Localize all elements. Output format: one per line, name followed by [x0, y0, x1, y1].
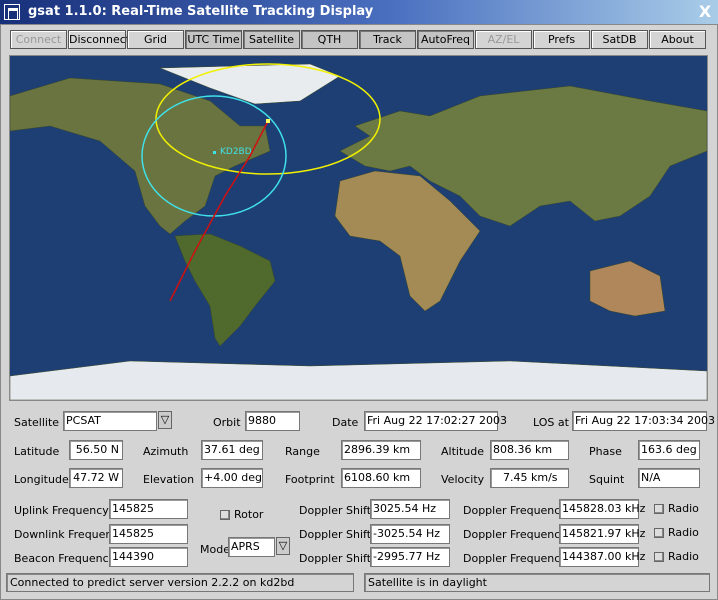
doppler-frequency-label: Doppler Frequency [463, 528, 567, 541]
altitude-label: Altitude [441, 445, 484, 458]
uplink-radio-checkbox[interactable] [654, 504, 664, 514]
date-label: Date [332, 416, 359, 429]
footprint-field: 6108.60 km [341, 468, 421, 488]
range-label: Range [285, 445, 320, 458]
mode-select[interactable]: APRS [228, 537, 275, 557]
beacon-field[interactable]: 144390 [109, 547, 188, 567]
squint-field: N/A [638, 468, 700, 488]
velocity-label: Velocity [441, 473, 485, 486]
autofreq-button[interactable]: AutoFreq [417, 30, 474, 49]
grid-button[interactable]: Grid [127, 30, 184, 49]
close-icon[interactable]: X [695, 2, 715, 22]
date-field: Fri Aug 22 17:02:27 2003 [364, 411, 507, 431]
qth-button[interactable]: QTH [301, 30, 358, 49]
radio-label: Radio [668, 502, 699, 515]
downlink-radio-checkbox[interactable] [654, 528, 664, 538]
azimuth-field: 37.61 deg [201, 440, 263, 460]
velocity-field: 7.45 km/s [490, 468, 569, 488]
beacon-label: Beacon Frequency [14, 552, 116, 565]
connection-status: Connected to predict server version 2.2.… [6, 573, 354, 592]
doppler-frequency-label: Doppler Frequency [463, 552, 567, 565]
satellite-select[interactable]: PCSAT [63, 411, 157, 431]
satellite-status: Satellite is in daylight [364, 573, 710, 592]
rotor-checkbox[interactable] [220, 510, 230, 520]
disconnect-button[interactable]: Disconnect [68, 30, 130, 49]
longitude-label: Longitude [14, 473, 69, 486]
latitude-field: 56.50 N [69, 440, 123, 460]
satellite-label: Satellite [14, 416, 60, 429]
azel-button[interactable]: AZ/EL [475, 30, 532, 49]
orbit-label: Orbit [213, 416, 241, 429]
footprint-label: Footprint [285, 473, 335, 486]
mode-label: Mode [200, 543, 230, 556]
doppler-shift-label: Doppler Shift [299, 552, 372, 565]
elevation-label: Elevation [143, 473, 195, 486]
satellite-dropdown-icon[interactable]: ▽ [158, 411, 172, 429]
world-map[interactable]: KD2BD [9, 55, 708, 401]
connect-button[interactable]: Connect [10, 30, 67, 49]
downlink-doppler-shift: -3025.54 Hz [370, 524, 450, 544]
beacon-doppler-frequency: 144387.00 kHz [559, 547, 645, 567]
uplink-label: Uplink Frequency [14, 504, 109, 517]
qth-marker [213, 151, 216, 154]
qth-label: KD2BD [220, 147, 252, 157]
altitude-field: 808.36 km [490, 440, 569, 460]
doppler-shift-label: Doppler Shift [299, 504, 372, 517]
doppler-frequency-label: Doppler Frequency [463, 504, 567, 517]
latitude-label: Latitude [14, 445, 60, 458]
utc-time-button[interactable]: UTC Time [185, 30, 242, 49]
title-bar: gsat 1.1.0: Real-Time Satellite Tracking… [0, 0, 718, 24]
satdb-button[interactable]: SatDB [591, 30, 648, 49]
azimuth-label: Azimuth [143, 445, 189, 458]
about-button[interactable]: About [649, 30, 706, 49]
downlink-doppler-frequency: 145821.97 kHz [559, 524, 645, 544]
satellite-marker [266, 119, 270, 123]
range-field: 2896.39 km [341, 440, 421, 460]
window-title: gsat 1.1.0: Real-Time Satellite Tracking… [28, 4, 374, 19]
uplink-doppler-frequency: 145828.03 kHz [559, 499, 645, 519]
downlink-field[interactable]: 145825 [109, 524, 188, 544]
uplink-doppler-shift: 3025.54 Hz [370, 499, 450, 519]
prefs-button[interactable]: Prefs [533, 30, 590, 49]
longitude-field: 47.72 W [69, 468, 123, 488]
beacon-radio-checkbox[interactable] [654, 552, 664, 562]
beacon-doppler-shift: -2995.77 Hz [370, 547, 450, 567]
phase-label: Phase [589, 445, 622, 458]
radio-label: Radio [668, 526, 699, 539]
window-menu-icon[interactable] [4, 4, 20, 20]
doppler-shift-label: Doppler Shift [299, 528, 372, 541]
mode-dropdown-icon[interactable]: ▽ [276, 537, 290, 555]
squint-label: Squint [589, 473, 625, 486]
track-button[interactable]: Track [359, 30, 416, 49]
los-field: Fri Aug 22 17:03:34 2003 [572, 411, 715, 431]
orbit-field: 9880 [245, 411, 300, 431]
phase-field: 163.6 deg [638, 440, 700, 460]
satellite-button[interactable]: Satellite [243, 30, 300, 49]
rotor-label: Rotor [234, 508, 264, 521]
radio-label: Radio [668, 550, 699, 563]
los-label: LOS at [533, 416, 569, 429]
uplink-field[interactable]: 145825 [109, 499, 188, 519]
elevation-field: +4.00 deg [201, 468, 263, 488]
